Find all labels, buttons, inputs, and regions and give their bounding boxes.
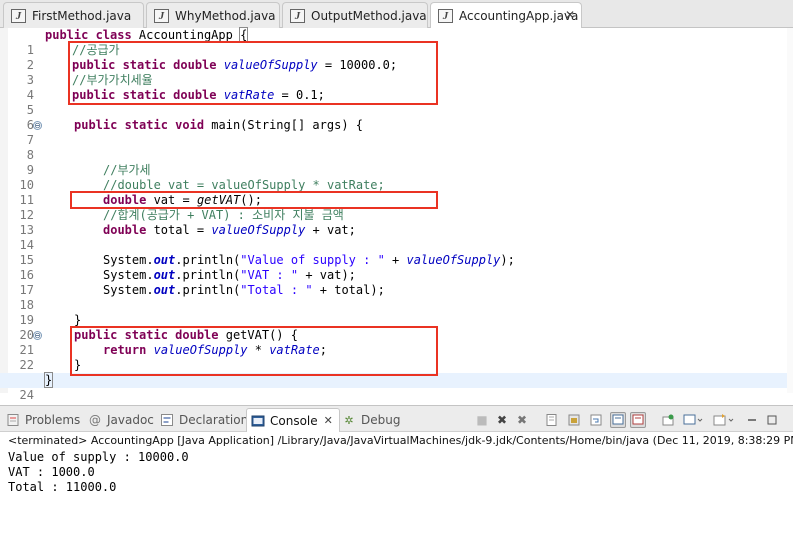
word-wrap-icon[interactable] bbox=[588, 412, 604, 428]
tab-problems[interactable]: Problems bbox=[6, 408, 80, 432]
code-line: 9 bbox=[0, 148, 793, 177]
console-output-area[interactable]: <terminated> AccountingApp [Java Applica… bbox=[0, 432, 793, 546]
tab-declaration[interactable]: Declaration bbox=[160, 408, 248, 432]
fold-collapse-icon[interactable]: ⊖ bbox=[33, 121, 42, 130]
code-line: 13 //합계(공급가 + VAT) : 소비자 지불 금액 bbox=[0, 208, 793, 237]
java-file-icon: J bbox=[290, 8, 305, 23]
java-file-icon: J bbox=[11, 8, 26, 23]
tab-label: WhyMethod.java bbox=[175, 8, 276, 23]
text-cursor bbox=[52, 373, 54, 386]
code-line: 10 //부가세 bbox=[0, 163, 793, 192]
tab-label: FirstMethod.java bbox=[32, 8, 132, 23]
code-line: 19 bbox=[0, 298, 793, 327]
javadoc-icon: @ bbox=[89, 413, 101, 427]
code-line: 15 bbox=[0, 238, 793, 267]
java-file-icon: J bbox=[154, 8, 169, 23]
code-line: 17 System.out.println("VAT : " + vat); bbox=[0, 268, 793, 297]
code-line: 16 System.out.println("Value of supply :… bbox=[0, 253, 793, 282]
highlight-box-fields bbox=[68, 41, 438, 105]
console-output-line: Total : 11000.0 bbox=[8, 480, 117, 494]
tab-debug[interactable]: ✲ Debug bbox=[342, 408, 400, 432]
console-icon bbox=[251, 414, 265, 428]
highlight-box-getvat-call bbox=[70, 191, 438, 209]
open-console-icon[interactable] bbox=[712, 412, 736, 428]
tab-javadoc[interactable]: @ Javadoc bbox=[88, 408, 154, 432]
matching-brace: } bbox=[43, 372, 54, 388]
code-line: 6 bbox=[0, 103, 793, 132]
remove-launch-icon[interactable]: ✖ bbox=[494, 412, 510, 428]
code-line: 18 System.out.println("Total : " + total… bbox=[0, 283, 793, 312]
close-icon[interactable]: ✕ bbox=[324, 414, 333, 427]
tab-label: Console bbox=[270, 413, 318, 428]
console-output-line: VAT : 1000.0 bbox=[8, 465, 95, 479]
tab-console[interactable]: Console ✕ bbox=[246, 408, 340, 432]
code-line: 14 double total = valueOfSupply + vat; bbox=[0, 223, 793, 252]
java-file-icon: J bbox=[438, 9, 453, 23]
matching-brace: { bbox=[239, 27, 249, 43]
line-number: 24 bbox=[19, 388, 34, 402]
tab-label: Declaration bbox=[179, 413, 249, 427]
maximize-icon[interactable] bbox=[764, 412, 780, 428]
pin-console-icon[interactable] bbox=[660, 412, 676, 428]
terminate-icon[interactable]: ■ bbox=[474, 412, 490, 428]
tab-label: Problems bbox=[25, 413, 81, 427]
display-console-icon[interactable] bbox=[682, 412, 704, 428]
clear-console-icon[interactable] bbox=[544, 412, 560, 428]
highlight-box-getvat-method bbox=[70, 326, 438, 376]
view-tab-bar: Problems @ Javadoc Declaration Console ✕… bbox=[0, 405, 793, 432]
tab-label: Javadoc bbox=[107, 413, 154, 427]
console-terminated-label: <terminated> AccountingApp [Java Applica… bbox=[8, 434, 793, 447]
code-line: 7 ⊖ public static void main(String[] arg… bbox=[0, 118, 793, 147]
tab-label: Debug bbox=[361, 413, 401, 427]
close-icon[interactable]: ✕ bbox=[565, 8, 575, 22]
declaration-icon bbox=[160, 413, 174, 427]
scroll-lock-icon[interactable] bbox=[566, 412, 582, 428]
tab-first-method[interactable]: J FirstMethod.java bbox=[3, 2, 144, 28]
tab-label: AccountingApp.java bbox=[459, 9, 579, 23]
code-line: 8 bbox=[0, 133, 793, 162]
tab-output-method[interactable]: J OutputMethod.java bbox=[282, 2, 428, 28]
fold-collapse-icon[interactable]: ⊖ bbox=[33, 331, 42, 340]
code-editor[interactable]: 1 public class AccountingApp { 2 //공급가 3… bbox=[0, 27, 793, 402]
debug-icon: ✲ bbox=[344, 413, 354, 427]
tab-label: OutputMethod.java bbox=[311, 8, 427, 23]
console-output-line: Value of supply : 10000.0 bbox=[8, 450, 189, 464]
tab-why-method[interactable]: J WhyMethod.java bbox=[146, 2, 280, 28]
editor-scrollbar[interactable] bbox=[787, 28, 793, 393]
tab-accounting-app[interactable]: J AccountingApp.java ✕ bbox=[430, 2, 582, 29]
show-console-on-stderr-icon[interactable] bbox=[630, 412, 646, 428]
minimize-icon[interactable] bbox=[744, 412, 760, 428]
problems-icon bbox=[6, 413, 20, 427]
remove-all-terminated-icon[interactable]: ✖ bbox=[514, 412, 530, 428]
editor-tab-bar: J FirstMethod.java J WhyMethod.java J Ou… bbox=[0, 0, 793, 29]
show-console-on-stdout-icon[interactable] bbox=[610, 412, 626, 428]
